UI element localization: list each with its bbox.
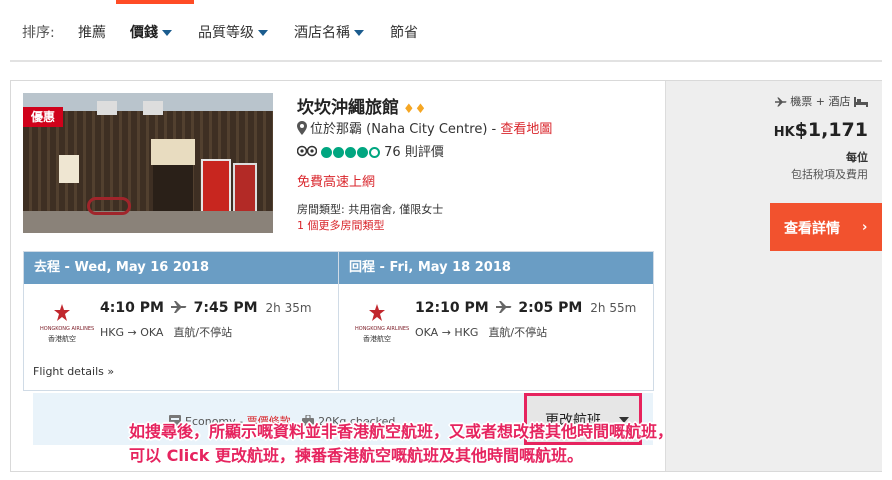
location-row: 位於那霸 (Naha City Centre) - 查看地圖	[297, 118, 552, 137]
deal-badge: 優惠	[23, 107, 64, 127]
destination-code: HKG	[454, 326, 479, 339]
bed-icon	[854, 97, 868, 107]
plane-icon	[495, 301, 511, 313]
sort-hotel-name-label: 酒店名稱	[294, 25, 350, 41]
sort-price-label: 價錢	[130, 25, 158, 41]
photo-sign	[59, 155, 79, 183]
price: HK$1,171	[774, 119, 868, 141]
airline-name-zh: 香港航空	[48, 335, 76, 343]
rating-bubble-full	[333, 147, 345, 158]
stops-info: 直航/不停站	[173, 326, 233, 339]
depart-time: 12:10 PM	[415, 300, 489, 316]
chevron-down-icon: »	[107, 365, 115, 378]
result-card: 優惠 坎坎沖繩旅館 ♦♦ 位於那霸 (Naha City Centre) - 查看…	[10, 80, 882, 472]
price-amount: $1,171	[794, 119, 868, 141]
room-type: 房間類型: 共用宿舍, 僅限女士	[297, 203, 444, 216]
sort-bar: 排序: 推薦 價錢 品質等级 酒店名稱 節省	[10, 0, 882, 62]
sort-recommended[interactable]: 推薦	[78, 22, 106, 42]
chevron-right-icon: ›	[862, 220, 868, 235]
view-map-link[interactable]: 查看地圖	[500, 122, 552, 137]
chevron-down-icon	[354, 30, 364, 36]
origin-code: OKA	[415, 326, 439, 339]
flight-details-label: Flight details	[33, 365, 104, 378]
price-includes: 包括稅項及費用	[791, 168, 868, 181]
active-sort-indicator	[116, 0, 194, 4]
photo-vending-machine	[201, 159, 231, 215]
outbound-times: 4:10 PM 7:45 PM 2h 35m	[100, 300, 312, 316]
photo-ground	[23, 211, 273, 233]
price-currency: HK	[773, 125, 795, 140]
more-room-types-link[interactable]: 1 個更多房間類型	[297, 217, 385, 233]
origin-code: HKG	[100, 326, 125, 339]
sort-price[interactable]: 價錢	[130, 22, 172, 42]
view-details-label: 查看詳情	[784, 221, 840, 237]
card-main: 優惠 坎坎沖繩旅館 ♦♦ 位於那霸 (Naha City Centre) - 查看…	[11, 81, 673, 471]
plane-icon	[170, 301, 187, 313]
tripadvisor-rating[interactable]: 76 則評價	[297, 141, 444, 162]
flight-duration: 2h 35m	[265, 301, 312, 315]
hotel-name[interactable]: 坎坎沖繩旅館 ♦♦	[297, 93, 426, 118]
sort-quality[interactable]: 品質等级	[198, 22, 268, 42]
sort-label: 排序:	[22, 25, 55, 41]
hongkong-airlines-logo: HONGKONG AIRLINES 香港航空	[355, 304, 410, 348]
rating-bubble-full	[345, 147, 357, 158]
review-count: 76 則評價	[384, 145, 444, 160]
flight-details-toggle[interactable]: Flight details »	[33, 365, 114, 378]
airline-name-zh: 香港航空	[363, 335, 391, 343]
tripadvisor-owl-icon	[297, 145, 317, 157]
plane-icon	[774, 97, 787, 107]
location-pin-icon	[297, 121, 307, 135]
chevron-down-icon	[258, 30, 268, 36]
destination-code: OKA	[140, 326, 164, 339]
hongkong-airlines-logo: HONGKONG AIRLINES 香港航空	[40, 304, 95, 348]
annotation-overlay: 如搜尋後，所顯示嘅資料並非香港航空航班，又或者想改搭其他時間嘅航班， 可以 Cl…	[129, 420, 673, 468]
return-route: OKA → HKG 直航/不停站	[415, 326, 548, 339]
outbound-route: HKG → OKA 直航/不停站	[100, 326, 233, 339]
return-header: 回程 - Fri, May 18 2018	[339, 252, 653, 284]
rating-bubble-empty	[369, 147, 381, 158]
bauhinia-icon	[369, 304, 385, 321]
package-type: 機票 + 酒店	[774, 93, 868, 109]
outbound-header: 去程 - Wed, May 16 2018	[24, 252, 338, 284]
arrive-time: 2:05 PM	[518, 300, 583, 316]
chevron-down-icon	[162, 30, 172, 36]
photo-curtain	[151, 139, 195, 165]
annotation-line-2: 可以 Click 更改航班，揀番香港航空嘅航班及其他時間嘅航班。	[129, 446, 583, 465]
airline-name-en: HONGKONG AIRLINES	[40, 326, 95, 332]
rating-bubble-full	[357, 147, 369, 158]
sort-hotel-name[interactable]: 酒店名稱	[294, 22, 364, 42]
photo-bicycle	[87, 197, 131, 215]
arrive-time: 7:45 PM	[193, 300, 258, 316]
wifi-amenity: 免費高速上網	[297, 175, 376, 190]
sort-quality-label: 品質等级	[198, 25, 254, 41]
photo-ac-unit	[97, 101, 117, 115]
sort-savings[interactable]: 節省	[390, 22, 418, 42]
photo-vending-machine	[233, 163, 257, 215]
flight-duration: 2h 55m	[590, 301, 637, 315]
package-label: 機票 + 酒店	[790, 95, 851, 108]
price-panel: 機票 + 酒店 HK$1,171 每位 包括稅項及費用 查看詳情 ›	[665, 81, 882, 471]
view-details-button[interactable]: 查看詳情 ›	[770, 203, 882, 251]
stops-info: 直航/不停站	[488, 326, 548, 339]
depart-time: 4:10 PM	[100, 300, 164, 316]
bauhinia-icon	[54, 304, 70, 321]
price-per-person: 每位	[846, 151, 868, 164]
hotel-photo[interactable]: 優惠	[23, 93, 273, 233]
rating-bubbles	[321, 147, 381, 162]
photo-ac-unit	[143, 101, 163, 115]
return-times: 12:10 PM 2:05 PM 2h 55m	[415, 300, 636, 316]
location-text: 位於那霸 (Naha City Centre)	[310, 122, 488, 137]
return-flight: 回程 - Fri, May 18 2018 HONGKONG AIRLINES …	[338, 251, 654, 391]
hotel-name-text: 坎坎沖繩旅館	[297, 98, 399, 118]
diamond-rating-icon: ♦♦	[403, 102, 427, 117]
airline-name-en: HONGKONG AIRLINES	[355, 326, 410, 332]
annotation-line-1: 如搜尋後，所顯示嘅資料並非香港航空航班，又或者想改搭其他時間嘅航班，	[129, 422, 674, 441]
rating-bubble-full	[321, 147, 333, 158]
